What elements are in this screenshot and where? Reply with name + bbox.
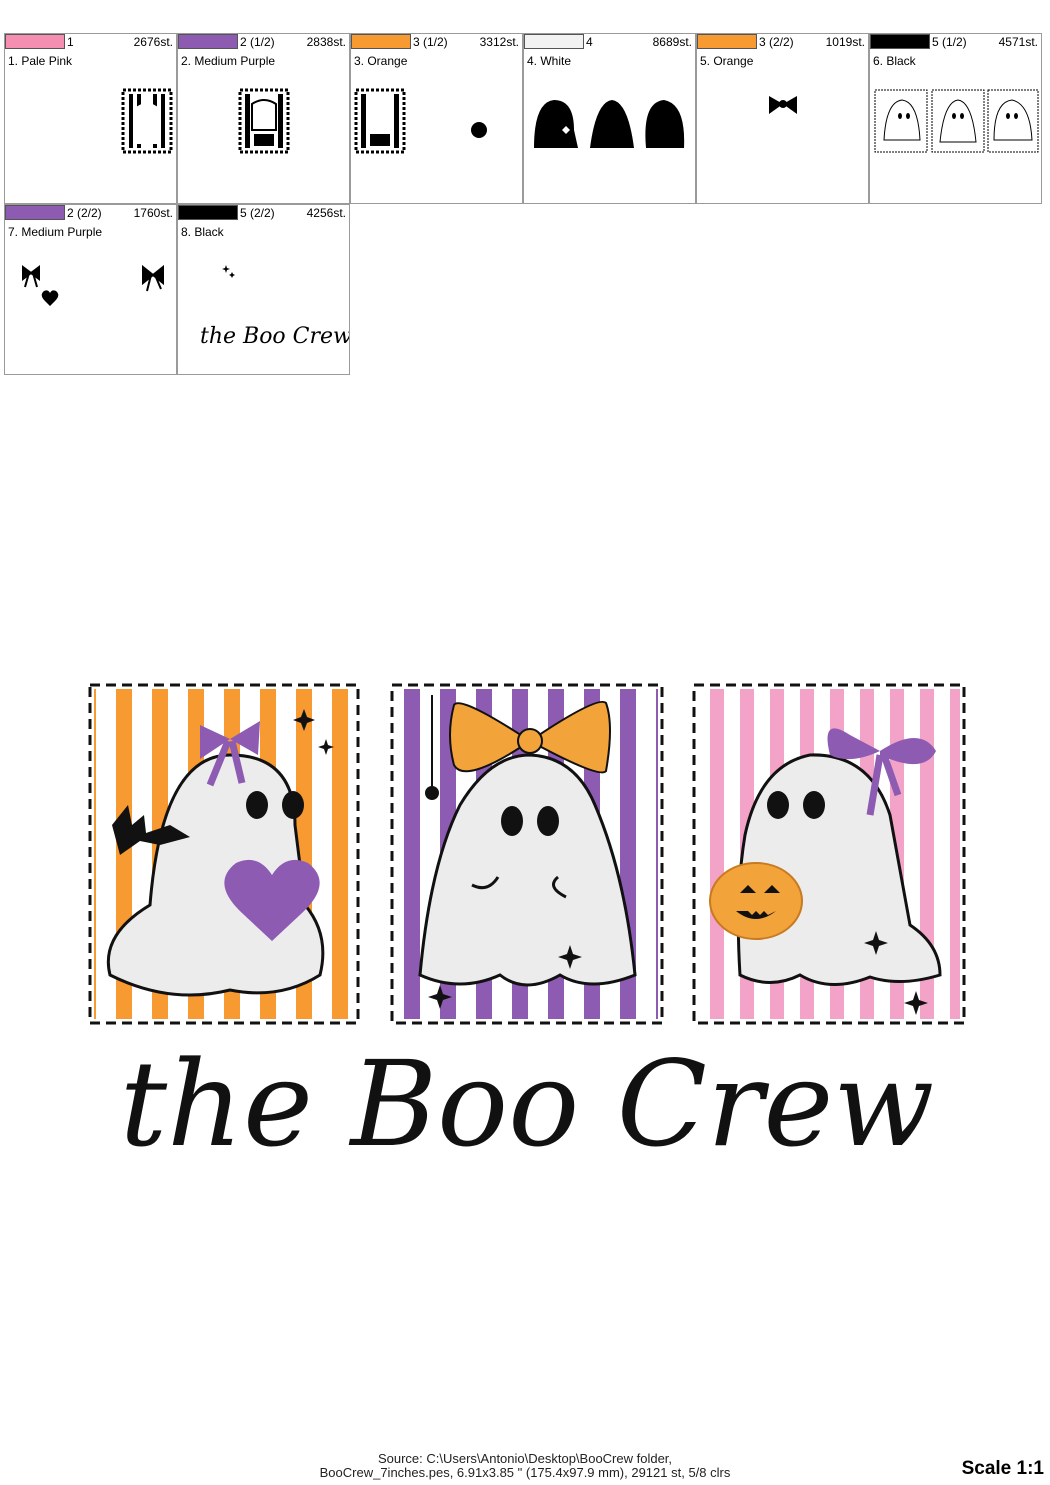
step-number: 3 (1/2) <box>413 35 448 49</box>
color-name: 4. White <box>527 54 572 68</box>
step-number: 2 (1/2) <box>240 35 275 49</box>
color-cell-2: 2 (1/2) 2838st. 2. Medium Purple <box>177 33 350 204</box>
color-cell-7: 2 (2/2) 1760st. 7. Medium Purple <box>4 204 177 375</box>
color-cell-1: 1 2676st. 1. Pale Pink <box>4 33 177 204</box>
pumpkin-icon <box>709 862 803 940</box>
color-swatch <box>524 34 584 49</box>
thumbnail-purple-bows-heart <box>22 264 164 306</box>
color-cell-8: 5 (2/2) 4256st. 8. Black the Boo Crew <box>177 204 350 375</box>
color-swatch <box>178 205 238 220</box>
color-swatch <box>697 34 757 49</box>
pumpkin-mark <box>471 122 487 138</box>
stitch-count: 1019st. <box>825 35 865 49</box>
step-number: 2 (2/2) <box>67 206 102 220</box>
stitch-count: 4571st. <box>998 35 1038 49</box>
scale-label: Scale 1:1 <box>961 1458 1044 1479</box>
ghost-with-bow <box>418 695 637 1009</box>
thumbnail-black-outlines <box>874 89 1039 153</box>
design-title-text: the Boo Crew <box>120 1035 935 1173</box>
thumbnail-white-ghosts <box>534 100 685 148</box>
stitch-count: 2838st. <box>306 35 346 49</box>
color-swatch <box>870 34 930 49</box>
step-number: 4 <box>586 35 593 49</box>
stitch-count: 3312st. <box>479 35 519 49</box>
file-details: BooCrew_7inches.pes, 6.91x3.85 " (175.4x… <box>319 1465 731 1480</box>
color-name: 3. Orange <box>354 54 408 68</box>
embroidery-design-preview: the Boo Crew <box>88 683 966 1173</box>
color-name: 6. Black <box>873 54 916 68</box>
thumbnail-orange-bow <box>769 96 797 114</box>
color-cell-4: 4 8689st. 4. White <box>523 33 696 204</box>
color-name: 1. Pale Pink <box>8 54 73 68</box>
source-path: Source: C:\Users\Antonio\Desktop\BooCrew… <box>377 1451 673 1466</box>
color-swatch <box>5 205 65 220</box>
color-cell-5: 3 (2/2) 1019st. 5. Orange <box>696 33 869 204</box>
thumbnail-black-text: the Boo Crew <box>200 265 349 349</box>
color-cell-3: 3 (1/2) 3312st. 3. Orange <box>350 33 523 204</box>
stitch-count: 2676st. <box>133 35 173 49</box>
thumbnail-pink-frame <box>121 88 173 154</box>
step-number: 5 (2/2) <box>240 206 275 220</box>
source-info: Source: C:\Users\Antonio\Desktop\BooCrew… <box>0 1452 1050 1480</box>
step-number: 1 <box>67 35 74 49</box>
color-name: 8. Black <box>181 225 224 239</box>
stitch-count: 8689st. <box>652 35 692 49</box>
color-name: 5. Orange <box>700 54 754 68</box>
step-number: 5 (1/2) <box>932 35 967 49</box>
thumbnail-orange-frame <box>354 88 487 154</box>
color-swatch <box>351 34 411 49</box>
stitch-count: 4256st. <box>306 206 346 220</box>
color-name: 2. Medium Purple <box>181 54 276 68</box>
spider-icon <box>425 786 439 800</box>
color-name: 7. Medium Purple <box>8 225 103 239</box>
color-cell-6: 5 (1/2) 4571st. 6. Black <box>869 33 1042 204</box>
thumb-script-text: the Boo Crew <box>200 324 349 349</box>
thumbnail-purple-frame <box>238 88 290 154</box>
step-number: 3 (2/2) <box>759 35 794 49</box>
color-swatch <box>178 34 238 49</box>
stitch-count: 1760st. <box>133 206 173 220</box>
color-swatch <box>5 34 65 49</box>
